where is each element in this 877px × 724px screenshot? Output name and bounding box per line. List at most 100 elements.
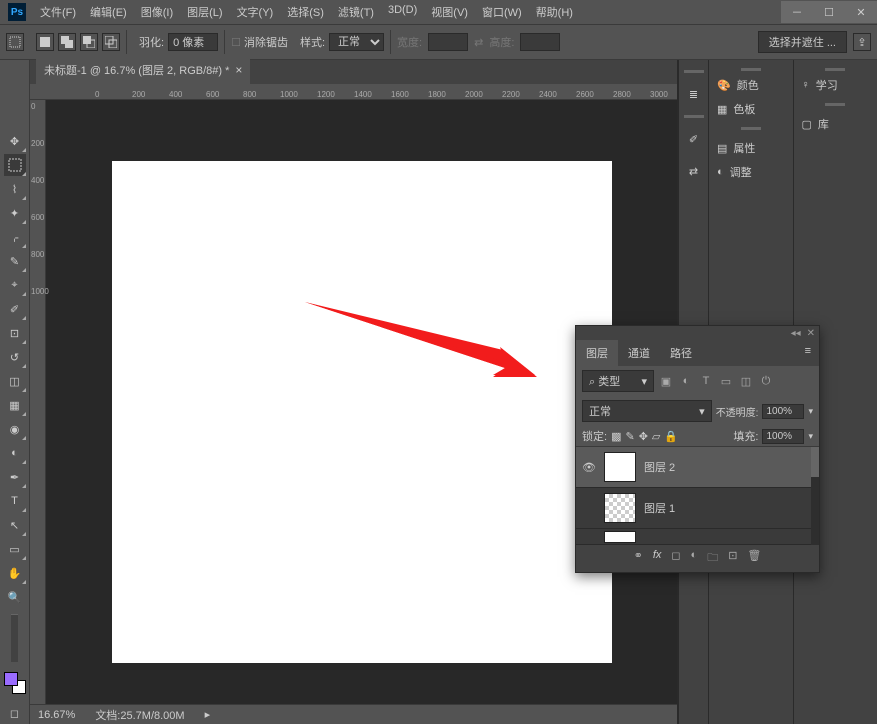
move-tool[interactable]: ✥ [4, 130, 26, 152]
layer-thumbnail[interactable] [604, 531, 636, 543]
gradient-tool[interactable]: ▦ [4, 394, 26, 416]
style-select[interactable]: 正常 [329, 33, 384, 51]
layers-panel[interactable]: ◂◂ ✕ 图层 通道 路径 ≡ ⌕ 类型▾ ▣ ◐ T ▭ ◫ ⏻ 正常▾ 不透… [575, 325, 820, 573]
ruler-horizontal[interactable]: 0200400600800100012001400160018002000220… [30, 84, 677, 100]
layer-item[interactable]: 图层 1 [576, 488, 819, 529]
adjust-panel-row[interactable]: ◐调整 [709, 160, 793, 184]
opacity-input[interactable] [762, 404, 804, 419]
lock-artboard-icon[interactable]: ▱ [652, 430, 660, 443]
window-maximize-button[interactable]: ☐ [813, 1, 845, 23]
menu-help[interactable]: 帮助(H) [530, 1, 579, 23]
window-minimize-button[interactable]: － [781, 1, 813, 23]
settings-dock-icon[interactable]: ⇄ [683, 160, 705, 182]
dodge-tool[interactable]: ◐ [4, 442, 26, 464]
document-tab[interactable]: 未标题-1 @ 16.7% (图层 2, RGB/8#) * × [36, 58, 250, 84]
menu-file[interactable]: 文件(F) [34, 1, 82, 23]
lock-trans-icon[interactable]: ▩ [611, 430, 621, 443]
filter-smart-icon[interactable]: ◫ [738, 374, 754, 388]
new-group-icon[interactable]: 🗀 [707, 549, 718, 568]
close-tab-icon[interactable]: × [235, 63, 242, 77]
path-select-tool[interactable]: ↖ [4, 514, 26, 536]
add-selection-icon[interactable] [58, 33, 76, 51]
panel-header[interactable]: ◂◂ ✕ [576, 326, 819, 340]
tab-layers[interactable]: 图层 [576, 340, 618, 366]
share-icon[interactable]: ⇪ [853, 33, 871, 51]
history-brush-tool[interactable]: ↺ [4, 346, 26, 368]
subtract-selection-icon[interactable] [80, 33, 98, 51]
layers-scrollbar[interactable] [811, 447, 819, 545]
zoom-level[interactable]: 16.67% [38, 709, 75, 721]
new-selection-icon[interactable] [36, 33, 54, 51]
dock-grip-icon[interactable] [684, 115, 704, 118]
layer-mask-icon[interactable]: ◻ [671, 549, 680, 568]
canvas[interactable] [112, 161, 612, 663]
filter-text-icon[interactable]: T [698, 374, 714, 388]
tool-preset-icon[interactable] [6, 33, 24, 51]
crop-tool[interactable]: ⌌ [4, 226, 26, 248]
dock-grip-icon[interactable] [741, 127, 761, 130]
layer-thumbnail[interactable] [604, 452, 636, 482]
filter-image-icon[interactable]: ▣ [658, 374, 674, 388]
collapse-icon[interactable]: ◂◂ [791, 328, 801, 339]
dock-grip-icon[interactable] [741, 68, 761, 71]
foreground-color[interactable] [4, 672, 18, 686]
layer-fx-icon[interactable]: fx [653, 549, 662, 568]
stamp-tool[interactable]: ⊡ [4, 322, 26, 344]
layer-name[interactable]: 图层 2 [644, 459, 675, 475]
filter-kind-select[interactable]: ⌕ 类型▾ [582, 370, 654, 392]
fill-input[interactable] [762, 429, 804, 444]
library-panel-row[interactable]: ▢库 [794, 112, 877, 136]
select-and-mask-button[interactable]: 选择并遮住 ... [758, 31, 847, 53]
menu-text[interactable]: 文字(Y) [231, 1, 280, 23]
visibility-icon[interactable]: 👁 [582, 461, 596, 474]
window-close-button[interactable]: ✕ [845, 1, 877, 23]
menu-3d[interactable]: 3D(D) [382, 1, 423, 23]
swatches-panel-row[interactable]: ▦色板 [709, 97, 793, 121]
quickmask-toggle[interactable]: ◻ [4, 702, 26, 724]
brush-dock-icon[interactable]: ✐ [683, 128, 705, 150]
panel-menu-icon[interactable]: ≡ [797, 340, 819, 366]
dock-grip-icon[interactable] [825, 103, 845, 106]
close-panel-icon[interactable]: ✕ [807, 328, 815, 339]
dock-grip-icon[interactable] [825, 68, 845, 71]
layer-thumbnail[interactable] [604, 493, 636, 523]
layer-name[interactable]: 图层 1 [644, 500, 675, 516]
tab-channels[interactable]: 通道 [618, 340, 660, 366]
lock-position-icon[interactable]: ✥ [639, 430, 648, 443]
filter-shape-icon[interactable]: ▭ [718, 374, 734, 388]
menu-view[interactable]: 视图(V) [425, 1, 474, 23]
healing-tool[interactable]: ⌖ [4, 274, 26, 296]
color-swatch[interactable] [4, 672, 26, 694]
lasso-tool[interactable]: ⌇ [4, 178, 26, 200]
menu-layer[interactable]: 图层(L) [181, 1, 228, 23]
link-layers-icon[interactable]: ⚭ [634, 549, 643, 568]
dock-grip-icon[interactable] [684, 70, 704, 73]
layer-item[interactable]: 👁 图层 2 [576, 447, 819, 488]
menu-window[interactable]: 窗口(W) [476, 1, 528, 23]
history-dock-icon[interactable]: ≣ [683, 83, 705, 105]
eyedropper-tool[interactable]: ✎ [4, 250, 26, 272]
eraser-tool[interactable]: ◫ [4, 370, 26, 392]
color-panel-row[interactable]: 🎨颜色 [709, 73, 793, 97]
menu-edit[interactable]: 编辑(E) [84, 1, 133, 23]
magic-wand-tool[interactable]: ✦ [4, 202, 26, 224]
ruler-vertical[interactable]: 02004006008001000 [30, 100, 46, 724]
text-tool[interactable]: T [4, 490, 26, 512]
tab-paths[interactable]: 路径 [660, 340, 702, 366]
learn-panel-row[interactable]: ♀学习 [794, 73, 877, 97]
new-layer-icon[interactable]: ⊡ [728, 549, 737, 568]
feather-input[interactable] [168, 33, 218, 51]
delete-layer-icon[interactable]: 🗑 [747, 549, 761, 568]
menu-image[interactable]: 图像(I) [135, 1, 179, 23]
blend-mode-select[interactable]: 正常▾ [582, 400, 712, 422]
marquee-tool[interactable] [4, 154, 26, 176]
intersect-selection-icon[interactable] [102, 33, 120, 51]
lock-all-icon[interactable]: 🔒 [664, 430, 678, 443]
doc-info[interactable]: 文档:25.7M/8.00M [95, 707, 184, 723]
pen-tool[interactable]: ✒ [4, 466, 26, 488]
lock-pixels-icon[interactable]: ✎ [625, 430, 634, 443]
filter-toggle[interactable]: ⏻ [758, 374, 774, 388]
brush-tool[interactable]: ✐ [4, 298, 26, 320]
zoom-tool[interactable]: 🔍 [4, 586, 26, 608]
new-adjust-icon[interactable]: ◐ [691, 549, 698, 568]
